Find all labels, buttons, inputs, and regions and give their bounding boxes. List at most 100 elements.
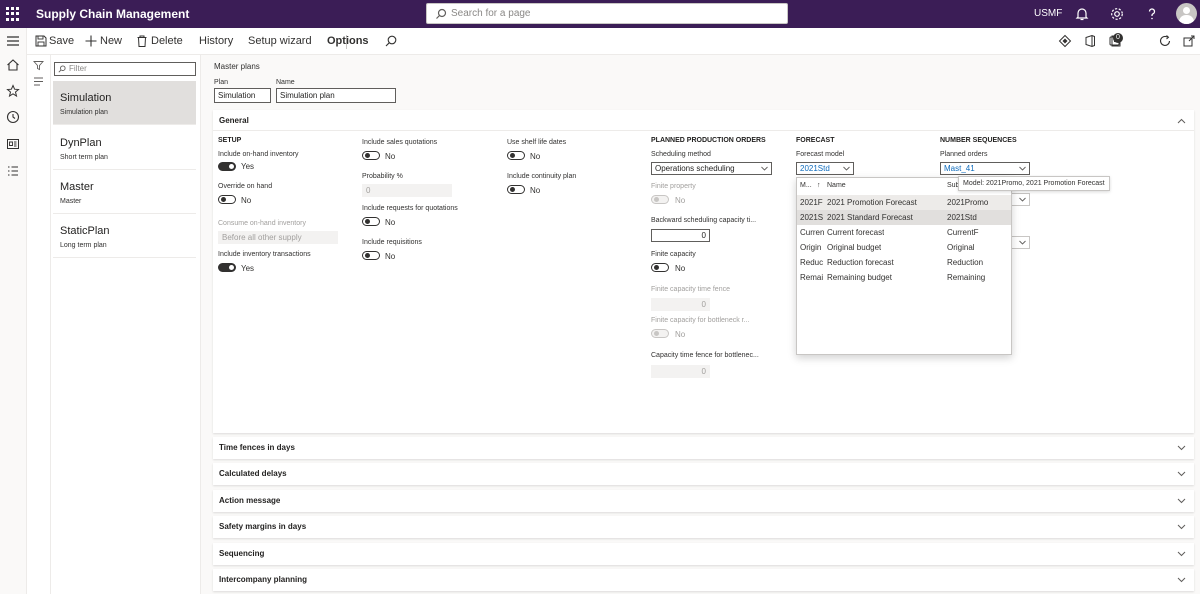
chevron-down-icon — [761, 166, 768, 171]
lookup-cell-name: 2021 Promotion Forecast — [827, 198, 917, 207]
forecast-heading: FORECAST — [796, 137, 835, 144]
calculated-delays-section[interactable]: Calculated delays — [213, 463, 1194, 485]
lookup-cell-sub: CurrentF — [947, 228, 979, 237]
name-field[interactable]: Simulation plan — [276, 88, 396, 103]
workspaces-icon[interactable] — [5, 136, 21, 152]
rfq-toggle[interactable] — [362, 217, 380, 226]
lookup-row[interactable]: 2021F 2021 Promotion Forecast 2021Promo — [797, 195, 1011, 210]
lookup-col-name[interactable]: Name — [827, 182, 846, 189]
list-item[interactable]: Master Master — [53, 170, 196, 214]
chevron-down-icon[interactable] — [843, 166, 850, 171]
capacity-time-fence-label: Capacity time fence for bottlenec... — [651, 352, 759, 359]
section-title: Action message — [219, 496, 281, 505]
requisitions-toggle[interactable] — [362, 251, 380, 260]
delete-button[interactable]: Delete — [151, 35, 183, 47]
notification-badge: 0 — [1113, 33, 1123, 43]
hamburger-icon[interactable] — [5, 33, 21, 49]
section-title[interactable]: General — [219, 116, 249, 125]
company-picker[interactable]: USMF — [1034, 8, 1062, 19]
backward-scheduling-field[interactable]: 0 — [651, 229, 710, 242]
forecast-model-input[interactable]: 2021Std — [796, 162, 854, 175]
breadcrumb[interactable]: Master plans — [214, 62, 260, 71]
override-toggle[interactable] — [218, 195, 236, 204]
plan-field[interactable]: Simulation — [214, 88, 271, 103]
invtrans-toggle[interactable] — [218, 263, 236, 272]
chevron-down-icon[interactable] — [1019, 166, 1026, 171]
help-icon[interactable] — [1144, 6, 1160, 22]
nav-rail — [0, 28, 27, 594]
override-value: No — [241, 196, 252, 205]
time-fences-section[interactable]: Time fences in days — [213, 437, 1194, 459]
setup-wizard-button[interactable]: Setup wizard — [248, 35, 312, 47]
list-item-name: DynPlan — [60, 137, 102, 149]
list-item-name: StaticPlan — [60, 225, 110, 237]
planned-orders-input[interactable]: Mast_41 — [940, 162, 1030, 175]
finite-capacity-toggle[interactable] — [651, 263, 669, 272]
capacity-time-fence-field: 0 — [651, 365, 710, 378]
intercompany-planning-section[interactable]: Intercompany planning — [213, 569, 1194, 591]
section-title: Safety margins in days — [219, 522, 307, 531]
chevron-up-icon[interactable] — [1177, 118, 1186, 124]
chevron-down-icon[interactable] — [1177, 445, 1186, 451]
action-message-section[interactable]: Action message — [213, 490, 1194, 512]
office-icon[interactable] — [1083, 34, 1097, 48]
chevron-down-icon[interactable] — [1019, 197, 1026, 202]
chevron-down-icon[interactable] — [1177, 524, 1186, 530]
list-view-icon[interactable] — [33, 77, 44, 86]
rfq-label: Include requests for quotations — [362, 205, 458, 212]
power-apps-icon[interactable] — [1058, 34, 1072, 48]
chevron-down-icon[interactable] — [1177, 498, 1186, 504]
chevron-down-icon[interactable] — [1019, 240, 1026, 245]
options-tab[interactable]: Options — [327, 35, 369, 47]
finite-bottleneck-value: No — [675, 330, 686, 339]
history-button[interactable]: History — [199, 35, 233, 47]
shelf-life-toggle[interactable] — [507, 151, 525, 160]
finite-property-toggle — [651, 195, 669, 204]
search-icon[interactable] — [384, 34, 398, 48]
lookup-cell-name: Remaining budget — [827, 273, 892, 282]
list-item[interactable]: Simulation Simulation plan — [53, 81, 196, 125]
forecast-model-value: 2021Std — [800, 164, 830, 173]
onhand-value: Yes — [241, 162, 255, 171]
app-title[interactable]: Supply Chain Management — [36, 7, 189, 21]
continuity-label: Include continuity plan — [507, 173, 577, 180]
safety-margins-section[interactable]: Safety margins in days — [213, 516, 1194, 538]
new-button[interactable]: New — [100, 35, 122, 47]
chevron-down-icon[interactable] — [1177, 471, 1186, 477]
sequencing-section[interactable]: Sequencing — [213, 543, 1194, 565]
lookup-row[interactable]: Reduc Reduction forecast Reduction — [797, 255, 1011, 270]
lookup-row[interactable]: Origin Original budget Original — [797, 240, 1011, 255]
app-launcher-icon[interactable] — [6, 7, 20, 21]
lookup-col-model[interactable]: M... — [800, 182, 812, 189]
search-input[interactable]: Search for a page — [426, 3, 788, 24]
clock-icon[interactable] — [5, 109, 21, 125]
continuity-toggle[interactable] — [507, 185, 525, 194]
open-new-window-icon[interactable] — [1182, 34, 1196, 48]
lookup-row[interactable]: 2021S 2021 Standard Forecast 2021Std — [797, 210, 1011, 225]
filter-input[interactable]: Filter — [54, 62, 196, 76]
save-button[interactable]: Save — [49, 35, 74, 47]
list-item[interactable]: StaticPlan Long term plan — [53, 214, 196, 258]
filter-icon[interactable] — [33, 60, 44, 71]
production-heading: PLANNED PRODUCTION ORDERS — [651, 137, 766, 144]
star-icon[interactable] — [5, 83, 21, 99]
home-icon[interactable] — [5, 57, 21, 73]
salesq-toggle[interactable] — [362, 151, 380, 160]
consume-label: Consume on-hand inventory — [218, 220, 306, 227]
finite-bottleneck-toggle — [651, 329, 669, 338]
scheduling-method-select[interactable]: Operations scheduling — [651, 162, 772, 175]
refresh-icon[interactable] — [1158, 34, 1172, 48]
chevron-down-icon[interactable] — [1177, 551, 1186, 557]
lookup-row[interactable]: Remai Remaining budget Remaining — [797, 270, 1011, 285]
plan-label: Plan — [214, 79, 229, 86]
onhand-toggle[interactable] — [218, 162, 236, 171]
bell-icon[interactable] — [1074, 6, 1090, 22]
avatar[interactable] — [1176, 3, 1197, 24]
lookup-row[interactable]: Curren Current forecast CurrentF — [797, 225, 1011, 240]
list-item[interactable]: DynPlan Short term plan — [53, 126, 196, 170]
list-item-desc: Master — [60, 198, 82, 205]
gear-icon[interactable] — [1109, 6, 1125, 22]
name-label: Name — [276, 79, 295, 86]
modules-icon[interactable] — [5, 163, 21, 179]
chevron-down-icon[interactable] — [1177, 577, 1186, 583]
